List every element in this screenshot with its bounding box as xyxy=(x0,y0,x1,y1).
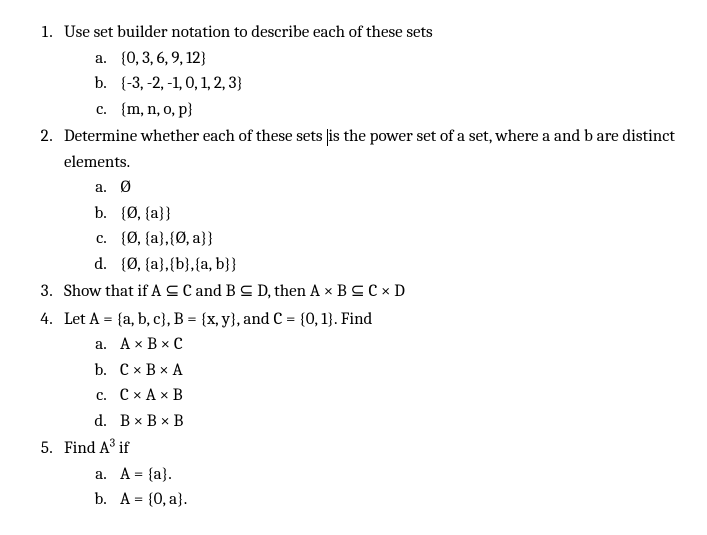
problem-1-sublist: {0, 3, 6, 9, 12} {-3, -2, -1, 0, 1, 2, 3… xyxy=(64,46,679,123)
problem-4: Let A = {a, b, c}, B = {x, y}, and C = {… xyxy=(56,307,679,435)
problem-3: Show that if A ⊆ C and B ⊆ D, then A × B… xyxy=(56,279,679,305)
problem-1: Use set builder notation to describe eac… xyxy=(56,20,679,122)
problem-2-sublist: Ø {Ø, {a}} {Ø, {a},{Ø, a}} {Ø, {a},{b},{… xyxy=(64,175,679,277)
problem-2b: {Ø, {a}} xyxy=(110,201,679,227)
problem-5-sublist: A = {a}. A = {0, a}. xyxy=(64,462,679,513)
problem-2: Determine whether each of these sets is … xyxy=(56,124,679,277)
problem-1b: {-3, -2, -1, 0, 1, 2, 3} xyxy=(110,71,679,97)
problem-5-text-before: Find A xyxy=(64,439,110,458)
problem-1-text: Use set builder notation to describe eac… xyxy=(64,23,433,42)
problem-4-sublist: A × B × C C × B × A C × A × B B × B × B xyxy=(64,332,679,434)
problem-5: Find A3 if A = {a}. A = {0, a}. xyxy=(56,436,679,513)
problem-4c: C × A × B xyxy=(110,383,679,409)
problem-1a: {0, 3, 6, 9, 12} xyxy=(110,46,679,72)
problem-2-text-before: Determine whether each of these sets xyxy=(64,127,326,146)
problem-1c: {m, n, o, p} xyxy=(110,97,679,123)
problem-4b: C × B × A xyxy=(110,358,679,384)
problem-4a: A × B × C xyxy=(110,332,679,358)
problem-2c: {Ø, {a},{Ø, a}} xyxy=(110,226,679,252)
problem-4d: B × B × B xyxy=(110,409,679,435)
problem-2d: {Ø, {a},{b},{a, b}} xyxy=(110,252,679,278)
problem-list: Use set builder notation to describe eac… xyxy=(28,20,679,513)
problem-5b: A = {0, a}. xyxy=(110,487,679,513)
problem-2a: Ø xyxy=(110,175,679,201)
problem-5-text-after: if xyxy=(115,439,129,458)
problem-5a: A = {a}. xyxy=(110,462,679,488)
problem-3-text: Show that if A ⊆ C and B ⊆ D, then A × B… xyxy=(64,282,405,301)
problem-4-text: Let A = {a, b, c}, B = {x, y}, and C = {… xyxy=(64,310,372,329)
